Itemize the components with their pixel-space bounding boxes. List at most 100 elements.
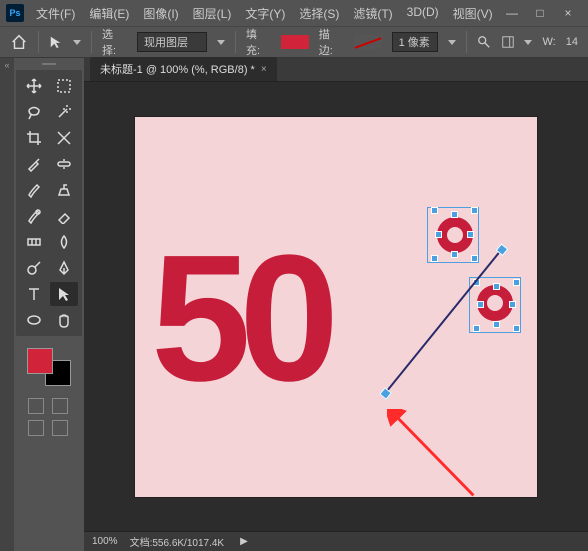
eraser-tool[interactable]	[50, 204, 78, 228]
menu-bar: 文件(F) 编辑(E) 图像(I) 图层(L) 文字(Y) 选择(S) 滤镜(T…	[32, 3, 497, 24]
marquee-tool[interactable]	[50, 74, 78, 98]
type-tool[interactable]	[20, 282, 48, 306]
dodge-tool[interactable]	[20, 256, 48, 280]
divider	[91, 31, 92, 53]
select-scope-dropdown[interactable]: 现用图层	[137, 32, 207, 52]
anchor-handle[interactable]	[471, 207, 478, 214]
annotation-arrow	[387, 409, 483, 505]
anchor-handle[interactable]	[513, 325, 520, 332]
workspace-arrow[interactable]	[524, 40, 532, 45]
document-tab-label: 未标题-1 @ 100% (%, RGB/8) *	[100, 61, 255, 77]
anchor-handle[interactable]	[477, 301, 484, 308]
menu-layer[interactable]: 图层(L)	[189, 3, 236, 24]
home-button[interactable]	[10, 33, 28, 51]
history-brush-tool[interactable]	[20, 204, 48, 228]
tool-preset-dropdown[interactable]	[73, 40, 81, 45]
slice-tool[interactable]	[50, 126, 78, 150]
crop-tool[interactable]	[20, 126, 48, 150]
anchor-handle[interactable]	[431, 207, 438, 214]
color-pickers	[25, 346, 73, 388]
menu-view[interactable]: 视图(V)	[449, 3, 497, 24]
select-label: 选择:	[102, 26, 127, 58]
lasso-tool[interactable]	[20, 100, 48, 124]
menu-filter[interactable]: 滤镜(T)	[349, 3, 396, 24]
tools-grip[interactable]	[15, 60, 83, 68]
stroke-label: 描边:	[319, 26, 344, 58]
doc-size[interactable]: 文档:556.6K/1017.4K	[130, 534, 225, 549]
w-label: W:	[542, 36, 555, 48]
text-layer-50: 50	[151, 229, 327, 409]
app-icon: Ps	[6, 4, 24, 22]
menu-file[interactable]: 文件(F)	[32, 3, 79, 24]
mode-buttons	[28, 398, 70, 436]
menu-edit[interactable]: 编辑(E)	[85, 3, 133, 24]
gradient-tool[interactable]	[20, 230, 48, 254]
divider	[235, 31, 236, 53]
anchor-handle[interactable]	[451, 251, 458, 258]
menu-select[interactable]: 选择(S)	[295, 3, 343, 24]
hand-tool[interactable]	[50, 308, 78, 332]
anchor-handle[interactable]	[493, 283, 500, 290]
close-button[interactable]: ×	[554, 3, 582, 23]
quick-mask-toggle[interactable]	[28, 398, 44, 414]
clone-stamp-tool[interactable]	[50, 178, 78, 202]
anchor-handle[interactable]	[471, 255, 478, 262]
anchor-handle[interactable]	[473, 325, 480, 332]
anchor-handle[interactable]	[513, 279, 520, 286]
home-icon	[10, 33, 28, 51]
menu-type[interactable]: 文字(Y)	[241, 3, 289, 24]
w-value[interactable]: 14	[566, 36, 578, 48]
anchor-handle[interactable]	[451, 211, 458, 218]
titlebar: Ps 文件(F) 编辑(E) 图像(I) 图层(L) 文字(Y) 选择(S) 滤…	[0, 0, 588, 26]
canvas[interactable]: 50	[135, 117, 537, 497]
screen-mode-toggle[interactable]	[52, 398, 68, 414]
pen-tool[interactable]	[50, 256, 78, 280]
fill-label: 填充:	[246, 26, 271, 58]
menu-3d[interactable]: 3D(D)	[403, 3, 443, 24]
path-select-tool-icon[interactable]	[49, 35, 63, 49]
extra-toggle-2[interactable]	[52, 420, 68, 436]
window-controls: — □ ×	[498, 3, 582, 23]
workspace: 未标题-1 @ 100% (%, RGB/8) * × 50	[84, 58, 588, 551]
select-scope-arrow[interactable]	[217, 40, 225, 45]
anchor-handle[interactable]	[509, 301, 516, 308]
close-tab-icon[interactable]: ×	[261, 64, 267, 75]
anchor-handle[interactable]	[467, 231, 474, 238]
percent-shape-group[interactable]	[431, 207, 541, 387]
fill-swatch[interactable]	[281, 35, 309, 49]
foreground-color[interactable]	[27, 348, 53, 374]
eyedropper-tool[interactable]	[20, 152, 48, 176]
stroke-width-arrow[interactable]	[448, 40, 456, 45]
canvas-area[interactable]: 50	[84, 82, 588, 531]
brush-tool[interactable]	[20, 178, 48, 202]
path-selection-tool[interactable]	[50, 282, 78, 306]
search-icon[interactable]	[477, 35, 491, 49]
divider	[38, 31, 39, 53]
anchor-handle[interactable]	[435, 231, 442, 238]
status-menu-arrow[interactable]: ▶	[240, 536, 248, 547]
options-bar: 选择: 现用图层 填充: 描边: 1 像素 W: 14	[0, 26, 588, 58]
document-tabbar: 未标题-1 @ 100% (%, RGB/8) * ×	[84, 58, 588, 82]
ellipse-tool[interactable]	[20, 308, 48, 332]
zoom-level[interactable]: 100%	[92, 536, 118, 547]
stroke-swatch[interactable]	[354, 35, 382, 49]
divider	[466, 31, 467, 53]
blur-tool[interactable]	[50, 230, 78, 254]
anchor-handle[interactable]	[431, 255, 438, 262]
document-tab[interactable]: 未标题-1 @ 100% (%, RGB/8) * ×	[90, 57, 277, 81]
minimize-button[interactable]: —	[498, 3, 526, 23]
work-area: «	[0, 58, 588, 551]
statusbar: 100% 文档:556.6K/1017.4K ▶	[84, 531, 588, 551]
tools-panel	[14, 58, 84, 551]
maximize-button[interactable]: □	[526, 3, 554, 23]
extra-toggle-1[interactable]	[28, 420, 44, 436]
panel-collapse-column[interactable]: «	[0, 58, 14, 551]
menu-image[interactable]: 图像(I)	[139, 3, 182, 24]
anchor-handle[interactable]	[493, 321, 500, 328]
tools-grid	[16, 70, 82, 336]
workspace-icon[interactable]	[501, 35, 515, 49]
healing-brush-tool[interactable]	[50, 152, 78, 176]
move-tool[interactable]	[20, 74, 48, 98]
magic-wand-tool[interactable]	[50, 100, 78, 124]
stroke-width-input[interactable]: 1 像素	[392, 32, 438, 52]
